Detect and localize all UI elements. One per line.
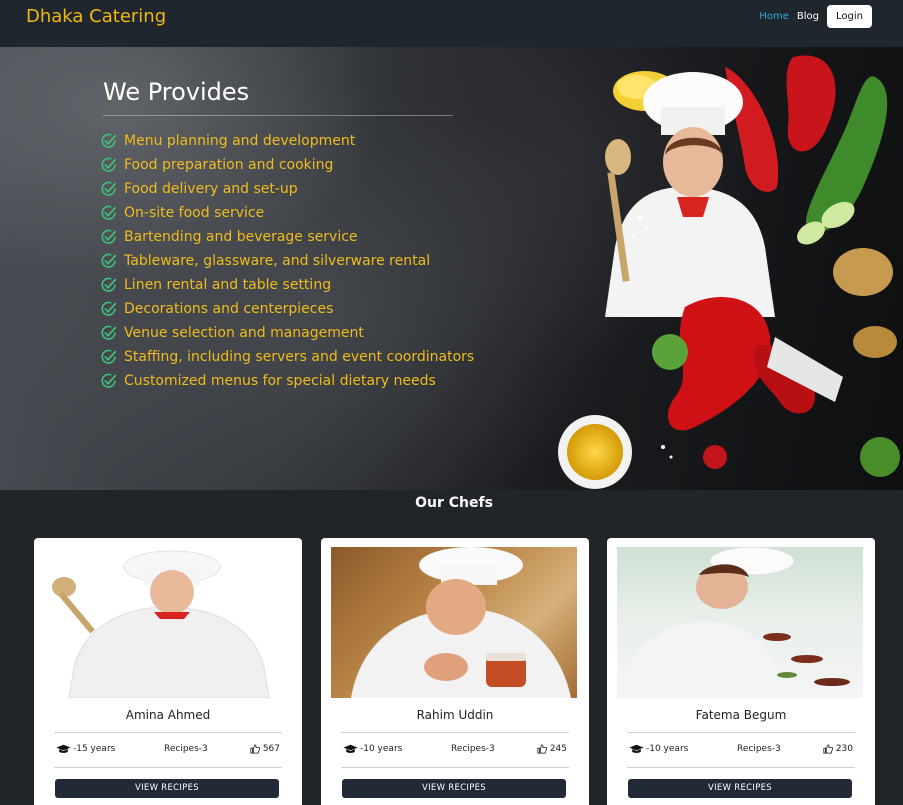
chef-photo — [331, 547, 577, 698]
likes-count[interactable]: 567 — [250, 744, 280, 754]
check-circle-icon — [101, 373, 117, 388]
service-label: On-site food service — [124, 205, 265, 221]
likes-count[interactable]: 245 — [537, 744, 567, 754]
check-circle-icon — [101, 301, 117, 316]
service-item: Food delivery and set-up — [100, 177, 474, 201]
chef-name: Amina Ahmed — [125, 708, 211, 722]
check-circle-icon — [101, 325, 117, 340]
chef-name: Fatema Begum — [695, 708, 787, 722]
service-item: Decorations and centerpieces — [100, 297, 474, 321]
login-button[interactable]: Login — [827, 5, 872, 28]
chef-experience: -10 years — [629, 744, 688, 754]
graduation-cap-icon — [629, 744, 644, 753]
card-divider — [341, 767, 569, 768]
likes-label: 245 — [549, 744, 567, 754]
chef-photo — [617, 547, 863, 698]
recipes-count: Recipes-3 — [451, 744, 495, 754]
card-divider — [54, 767, 282, 768]
experience-label: -10 years — [360, 744, 403, 754]
service-label: Food delivery and set-up — [124, 181, 298, 197]
service-label: Menu planning and development — [124, 133, 356, 149]
chefs-section-title: Our Chefs — [415, 495, 493, 511]
chef-card: Rahim Uddin -10 years Recipes-3 245 VIEW… — [321, 538, 589, 805]
likes-label: 567 — [262, 744, 280, 754]
check-circle-icon — [101, 205, 117, 220]
check-circle-icon — [101, 253, 117, 268]
graduation-cap-icon — [56, 744, 71, 753]
service-item: Menu planning and development — [100, 129, 474, 153]
likes-label: 230 — [835, 744, 853, 754]
check-circle-icon — [101, 133, 117, 148]
recipes-count: Recipes-3 — [164, 744, 208, 754]
service-item: Staffing, including servers and event co… — [100, 345, 474, 369]
thumbs-up-icon — [823, 744, 833, 754]
card-divider — [627, 732, 855, 733]
thumbs-up-icon — [537, 744, 547, 754]
service-item: On-site food service — [100, 201, 474, 225]
chef-experience: -15 years — [56, 744, 115, 754]
service-label: Food preparation and cooking — [124, 157, 334, 173]
chef-stats: -10 years Recipes-3 230 — [629, 744, 853, 758]
graduation-cap-icon — [343, 744, 358, 753]
nav-link-home[interactable]: Home — [759, 11, 789, 22]
hero-divider — [103, 115, 453, 116]
service-label: Bartending and beverage service — [124, 229, 358, 245]
thumbs-up-icon — [250, 744, 260, 754]
service-label: Venue selection and management — [124, 325, 364, 341]
check-circle-icon — [101, 157, 117, 172]
nav-links: Home Blog Login — [759, 5, 872, 28]
chef-name: Rahim Uddin — [416, 708, 494, 722]
card-divider — [341, 732, 569, 733]
hero-banner: We Provides Menu planning and developmen… — [0, 47, 903, 490]
services-list: Menu planning and development Food prepar… — [100, 129, 474, 393]
service-item: Bartending and beverage service — [100, 225, 474, 249]
chef-with-vegetables-illustration — [558, 55, 900, 489]
chef-stats: -15 years Recipes-3 567 — [56, 744, 280, 758]
service-label: Linen rental and table setting — [124, 277, 332, 293]
card-divider — [627, 767, 855, 768]
likes-count[interactable]: 230 — [823, 744, 853, 754]
service-label: Tableware, glassware, and silverware ren… — [124, 253, 431, 269]
view-recipes-button[interactable]: VIEW RECIPES — [342, 779, 566, 798]
experience-label: -10 years — [646, 744, 689, 754]
hero-title: We Provides — [103, 78, 250, 106]
brand-logo[interactable]: Dhaka Catering — [26, 6, 166, 27]
chef-card: Fatema Begum -10 years Recipes-3 230 VIE… — [607, 538, 875, 805]
check-circle-icon — [101, 181, 117, 196]
nav-link-blog[interactable]: Blog — [797, 11, 819, 22]
service-item: Food preparation and cooking — [100, 153, 474, 177]
chef-experience: -10 years — [343, 744, 402, 754]
service-label: Staffing, including servers and event co… — [124, 349, 475, 365]
service-item: Venue selection and management — [100, 321, 474, 345]
check-circle-icon — [101, 229, 117, 244]
view-recipes-button[interactable]: VIEW RECIPES — [55, 779, 279, 798]
service-label: Customized menus for special dietary nee… — [124, 373, 436, 389]
card-divider — [54, 732, 282, 733]
check-circle-icon — [101, 349, 117, 364]
chef-card: Amina Ahmed -15 years Recipes-3 567 VIEW… — [34, 538, 302, 805]
chef-photo — [44, 547, 290, 698]
chef-stats: -10 years Recipes-3 245 — [343, 744, 567, 758]
recipes-count: Recipes-3 — [737, 744, 781, 754]
service-label: Decorations and centerpieces — [124, 301, 334, 317]
service-item: Tableware, glassware, and silverware ren… — [100, 249, 474, 273]
check-circle-icon — [101, 277, 117, 292]
service-item: Customized menus for special dietary nee… — [100, 369, 474, 393]
view-recipes-button[interactable]: VIEW RECIPES — [628, 779, 852, 798]
service-item: Linen rental and table setting — [100, 273, 474, 297]
experience-label: -15 years — [73, 744, 116, 754]
navbar: Dhaka Catering Home Blog Login — [0, 0, 903, 47]
